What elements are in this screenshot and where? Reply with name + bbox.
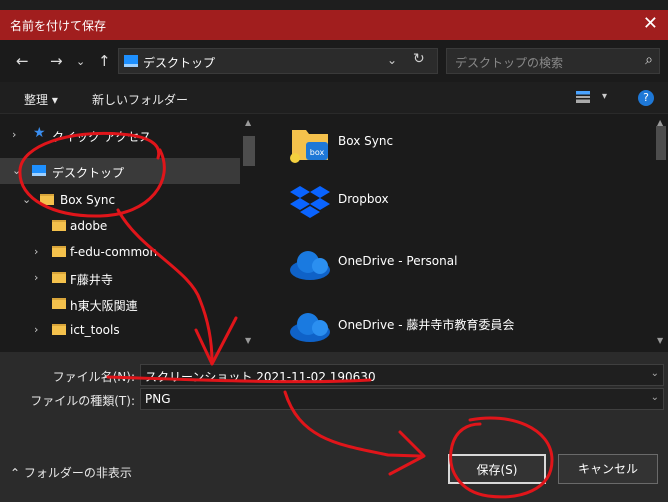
chevron-down-icon[interactable]: ⌄: [12, 164, 21, 177]
refresh-icon[interactable]: ↻: [413, 51, 425, 67]
scroll-down-icon[interactable]: ▼: [657, 336, 663, 345]
folder-icon: [52, 324, 66, 335]
scroll-up-icon[interactable]: ▲: [245, 118, 251, 127]
filetype-value: PNG: [145, 392, 171, 406]
help-icon[interactable]: ?: [638, 90, 654, 106]
tree-item-label: ict_tools: [70, 323, 120, 337]
tree-scrollbar[interactable]: ▲ ▼: [240, 114, 258, 352]
file-item-label: Box Sync: [338, 134, 394, 148]
view-options-icon[interactable]: [576, 91, 590, 103]
folder-icon: [52, 298, 66, 309]
file-list-pane: box Box Sync Dropbox OneDrive - Personal…: [258, 114, 668, 352]
tree-item-adobe[interactable]: adobe: [0, 213, 240, 239]
tree-item-f-edu-common[interactable]: › f-edu-common: [0, 239, 240, 265]
filetype-select[interactable]: PNG ⌄: [140, 388, 664, 410]
file-item-onedrive-personal[interactable]: OneDrive - Personal: [280, 240, 640, 290]
navigation-pane: › ★ クイック アクセス ⌄ デスクトップ ⌄ Box Sync adobe …: [0, 114, 258, 352]
up-arrow-icon[interactable]: ↑: [98, 52, 111, 70]
cancel-button[interactable]: キャンセル: [558, 454, 658, 484]
chevron-down-icon[interactable]: ⌄: [651, 392, 659, 403]
desktop-icon: [124, 55, 138, 67]
file-item-label: OneDrive - Personal: [338, 254, 458, 268]
filename-value: スクリーンショット 2021-11-02 190630: [145, 370, 376, 384]
forward-arrow-icon[interactable]: →: [50, 52, 63, 70]
chevron-down-icon[interactable]: ⌄: [651, 368, 659, 379]
chevron-down-icon[interactable]: ⌄: [22, 193, 31, 206]
file-list-scrollbar[interactable]: ▲ ▼: [654, 114, 668, 352]
file-item-dropbox[interactable]: Dropbox: [280, 178, 640, 228]
desktop-icon: [32, 165, 46, 176]
tree-item-box-sync[interactable]: ⌄ Box Sync: [0, 187, 240, 213]
file-item-label: Dropbox: [338, 192, 389, 206]
address-location: デスクトップ: [143, 56, 216, 70]
hide-folders-toggle[interactable]: ⌃ フォルダーの非表示: [10, 464, 132, 481]
close-icon[interactable]: ✕: [643, 14, 658, 34]
address-box[interactable]: デスクトップ ⌄ ↻: [118, 48, 438, 74]
folder-icon: [52, 272, 66, 283]
folder-icon: [52, 246, 66, 257]
svg-text:box: box: [310, 148, 325, 157]
file-item-label: OneDrive - 藤井寺市教育委員会: [338, 318, 515, 332]
hide-folders-label: フォルダーの非表示: [23, 466, 132, 480]
onedrive-icon: [290, 313, 330, 342]
tree-item-desktop[interactable]: ⌄ デスクトップ: [0, 158, 240, 184]
search-input[interactable]: デスクトップの検索 ⌕: [446, 48, 660, 74]
tree-item-label: F藤井寺: [70, 273, 113, 287]
filetype-label: ファイルの種類(T):: [30, 394, 135, 408]
search-icon: ⌕: [645, 52, 653, 68]
tree-item-h-higashiosaka[interactable]: h東大阪関連: [0, 291, 240, 317]
chevron-right-icon[interactable]: ›: [34, 323, 38, 336]
scrollbar-thumb[interactable]: [656, 126, 666, 160]
organize-menu-button[interactable]: 整理 ▾: [24, 91, 58, 108]
view-dropdown-icon[interactable]: ▾: [602, 91, 607, 102]
chevron-right-icon[interactable]: ›: [34, 271, 38, 284]
tree-item-label: Box Sync: [60, 193, 116, 207]
dropbox-icon: [290, 186, 330, 218]
save-form-area: ファイル名(N): スクリーンショット 2021-11-02 190630 ⌄ …: [0, 352, 668, 502]
toolbar: 整理 ▾ 新しいフォルダー ▾ ?: [0, 82, 668, 114]
new-folder-button[interactable]: 新しいフォルダー: [92, 91, 188, 108]
filename-label: ファイル名(N):: [52, 370, 135, 384]
file-item-box-sync[interactable]: box Box Sync: [280, 120, 640, 170]
save-button[interactable]: 保存(S): [448, 454, 546, 484]
address-dropdown-icon[interactable]: ⌄: [387, 53, 397, 67]
tree-item-label: h東大阪関連: [70, 299, 138, 313]
tree-item-label: adobe: [70, 219, 108, 233]
search-placeholder: デスクトップの検索: [455, 56, 564, 70]
tree-item-ict-tools[interactable]: › ict_tools: [0, 317, 240, 343]
tree-item-quick-access[interactable]: › ★ クイック アクセス: [0, 122, 240, 148]
back-arrow-icon[interactable]: ←: [16, 52, 29, 70]
folder-icon: [40, 194, 54, 205]
star-icon: ★: [33, 125, 46, 141]
window-title: 名前を付けて保存: [10, 19, 107, 33]
tree-item-label: デスクトップ: [52, 166, 125, 180]
tree-item-label: f-edu-common: [70, 245, 158, 259]
file-item-onedrive-fujiidera[interactable]: OneDrive - 藤井寺市教育委員会: [280, 302, 640, 352]
tree-item-label: クイック アクセス: [52, 130, 152, 144]
chevron-right-icon[interactable]: ›: [34, 245, 38, 258]
filename-input[interactable]: スクリーンショット 2021-11-02 190630 ⌄: [140, 364, 664, 386]
box-folder-icon: box: [290, 130, 328, 163]
scroll-down-icon[interactable]: ▼: [245, 336, 251, 345]
recent-locations-chevron-icon[interactable]: ⌄: [76, 55, 85, 68]
address-bar-row: ← → ⌄ ↑ デスクトップ ⌄ ↻ デスクトップの検索 ⌕: [0, 40, 668, 82]
chevron-up-icon: ⌃: [10, 466, 21, 480]
tree-item-f-fujiidera[interactable]: › F藤井寺: [0, 265, 240, 291]
folder-icon: [52, 220, 66, 231]
scrollbar-thumb[interactable]: [243, 136, 255, 166]
chevron-right-icon[interactable]: ›: [12, 128, 16, 141]
onedrive-icon: [290, 251, 330, 280]
title-bar: 名前を付けて保存 ✕: [0, 10, 668, 40]
